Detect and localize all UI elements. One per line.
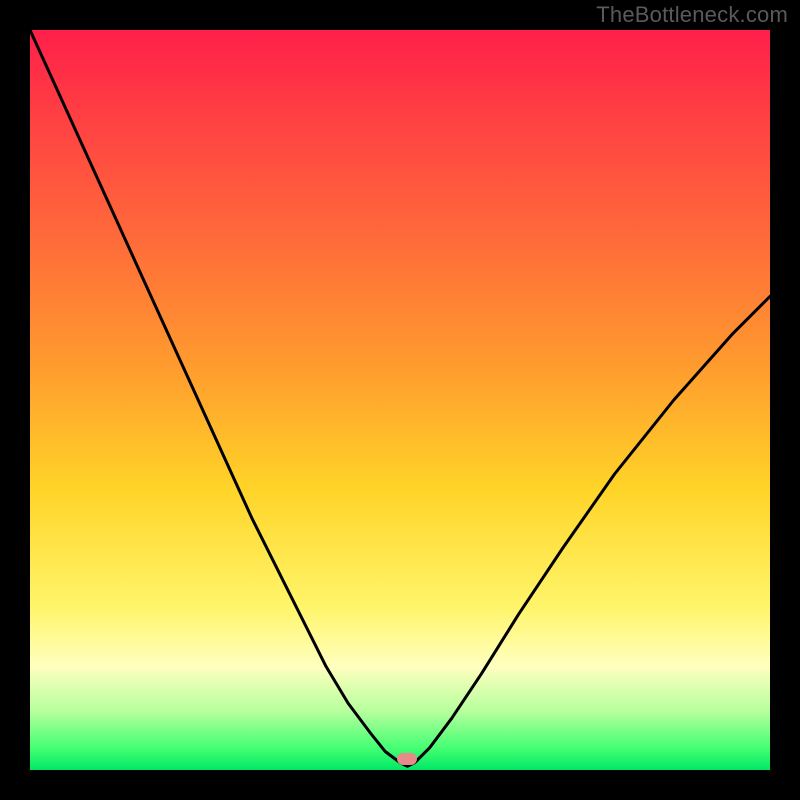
plot-area bbox=[30, 30, 770, 770]
curve-path bbox=[30, 30, 770, 766]
chart-frame: TheBottleneck.com bbox=[0, 0, 800, 800]
watermark-text: TheBottleneck.com bbox=[596, 2, 788, 28]
optimum-marker bbox=[397, 753, 417, 765]
bottleneck-curve bbox=[30, 30, 770, 770]
